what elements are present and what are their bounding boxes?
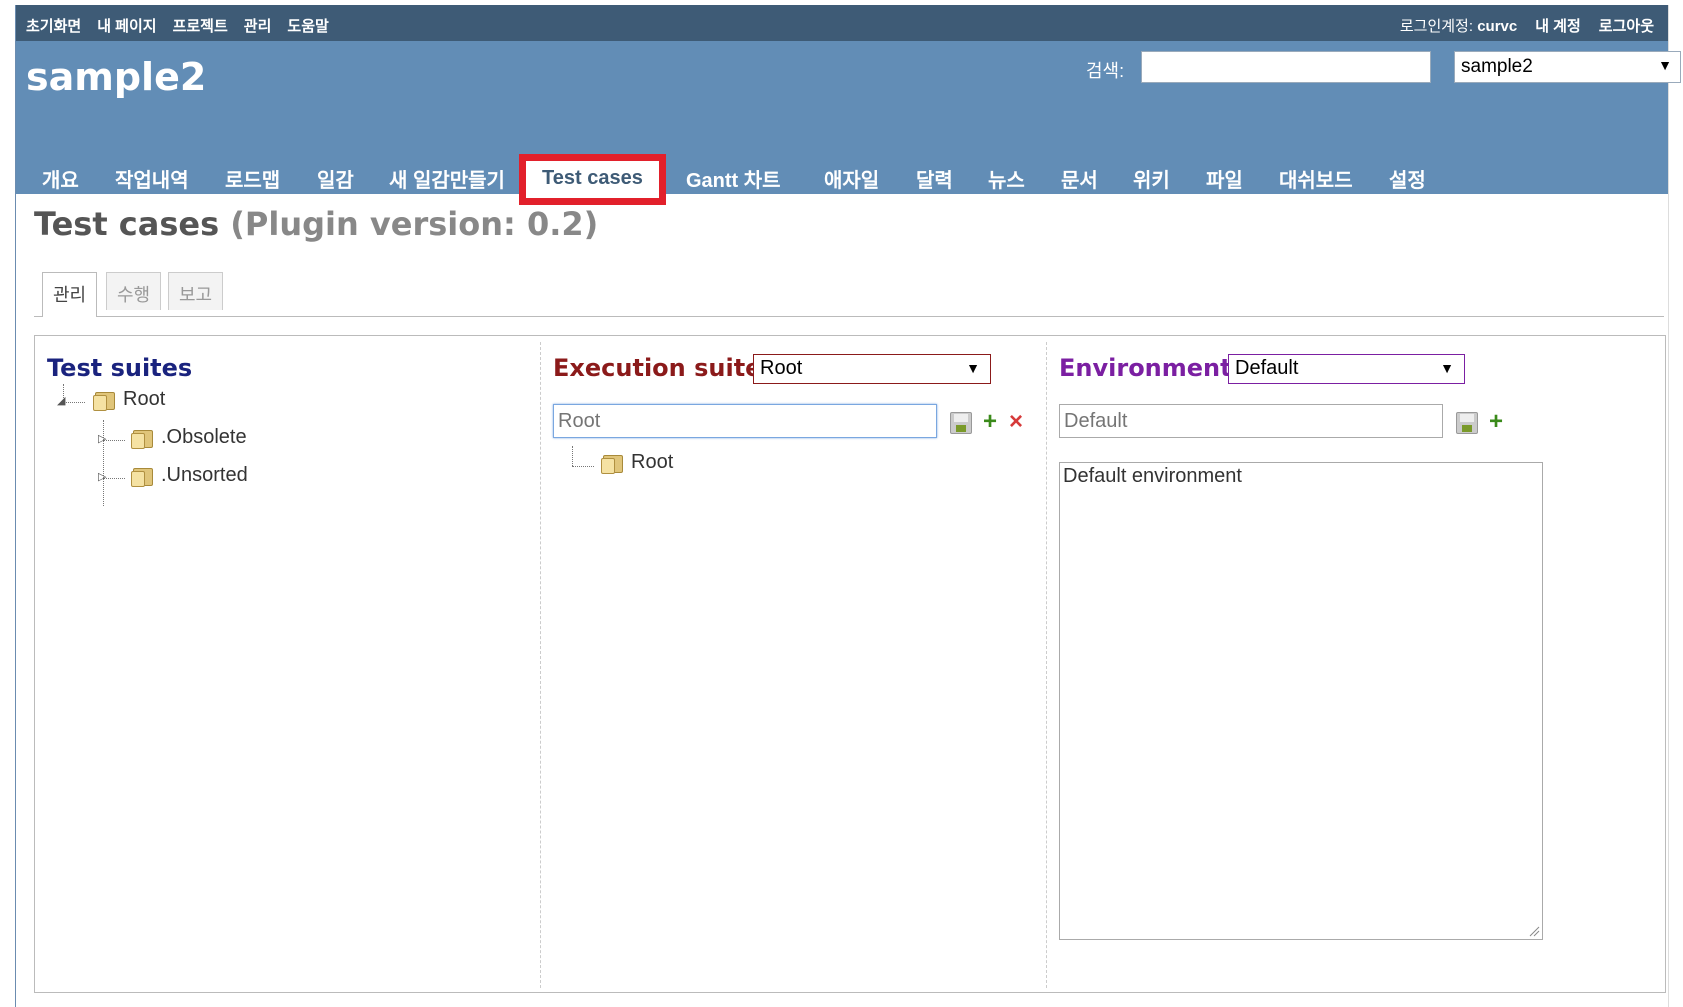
save-icon[interactable] [1456, 412, 1478, 434]
page-title-text: Test cases [34, 205, 220, 243]
project-jump-select[interactable]: sample2 ▼ [1454, 51, 1681, 83]
column-divider [1046, 342, 1047, 988]
save-icon[interactable] [950, 412, 972, 434]
environment-description-textarea[interactable]: Default environment [1059, 462, 1543, 940]
add-icon[interactable]: + [983, 410, 997, 434]
top-link-help[interactable]: 도움말 [287, 15, 328, 36]
subtab-report[interactable]: 보고 [168, 272, 224, 310]
tab-activity[interactable]: 작업내역 [115, 164, 189, 193]
plugin-version: (Plugin version: 0.2) [230, 205, 599, 243]
top-link-logout[interactable]: 로그아웃 [1599, 15, 1654, 36]
tab-agile[interactable]: 애자일 [824, 164, 879, 193]
execution-suite-title: Execution suite: [553, 354, 772, 382]
suite-root-label: Root [123, 388, 166, 410]
test-cases-panel: Test suites ◢ Root ▷ .Obsolete ▷ .Unsort… [34, 335, 1666, 993]
environment-title: Environment: [1059, 354, 1242, 382]
environment-select[interactable]: Default ▼ [1228, 354, 1465, 384]
execution-suite-name-input[interactable] [553, 404, 937, 438]
page-title: Test cases (Plugin version: 0.2) [34, 205, 598, 243]
tab-overview[interactable]: 개요 [42, 164, 79, 193]
folder-icon [131, 427, 153, 449]
chevron-down-icon: ▼ [966, 360, 980, 376]
login-label: 로그인계정: [1399, 18, 1474, 35]
suite-tree-item[interactable]: .Obsolete [131, 426, 247, 449]
tab-issues[interactable]: 일감 [317, 164, 354, 193]
tree-connector [63, 402, 85, 403]
expand-icon[interactable]: ▷ [98, 432, 106, 445]
tab-wiki[interactable]: 위키 [1133, 164, 1170, 193]
execution-suite-select[interactable]: Root ▼ [753, 354, 991, 384]
top-link-admin[interactable]: 관리 [244, 15, 272, 36]
tab-settings[interactable]: 설정 [1389, 164, 1426, 193]
tab-test-cases[interactable]: Test cases [519, 154, 666, 205]
folder-icon [93, 389, 115, 411]
collapse-icon[interactable]: ◢ [57, 394, 65, 407]
folder-icon [601, 452, 623, 474]
suite-item-label: .Obsolete [161, 426, 247, 448]
top-link-my-page[interactable]: 내 페이지 [97, 15, 156, 36]
tab-documents[interactable]: 문서 [1061, 164, 1098, 193]
environment-description-text: Default environment [1063, 465, 1242, 487]
tab-new-issue[interactable]: 새 일감만들기 [389, 164, 505, 193]
sub-tabs: 관리 수행 보고 [34, 272, 1664, 317]
folder-icon [131, 465, 153, 487]
tab-files[interactable]: 파일 [1206, 164, 1243, 193]
tab-calendar[interactable]: 달력 [916, 164, 953, 193]
subtab-execute[interactable]: 수행 [106, 272, 162, 310]
execution-tree-root[interactable]: Root [601, 451, 673, 474]
suite-item-label: .Unsorted [161, 464, 248, 486]
environment-select-value: Default [1235, 357, 1299, 379]
environment-name-input[interactable] [1059, 404, 1443, 438]
project-header: sample2 검색: sample2 ▼ 개요 작업내역 로드맵 일감 새 일… [16, 41, 1681, 205]
test-suites-title: Test suites [47, 354, 193, 382]
top-link-projects[interactable]: 프로젝트 [173, 15, 228, 36]
expand-icon[interactable]: ▷ [98, 470, 106, 483]
search-label: 검색: [1086, 61, 1125, 81]
add-icon[interactable]: + [1489, 410, 1503, 434]
execution-suite-select-value: Root [760, 357, 803, 379]
chevron-down-icon: ▼ [1440, 360, 1454, 376]
project-title: sample2 [26, 55, 207, 99]
page-container: 초기화면 내 페이지 프로젝트 관리 도움말 로그인계정: curvc 내 계정… [15, 5, 1681, 1007]
chevron-down-icon: ▼ [1658, 57, 1672, 73]
tab-dashboard[interactable]: 대쉬보드 [1279, 164, 1353, 193]
project-select-value: sample2 [1461, 56, 1533, 77]
resize-grip-icon[interactable] [1528, 925, 1540, 937]
delete-icon[interactable]: × [1009, 410, 1023, 434]
tab-gantt[interactable]: Gantt 차트 [686, 164, 781, 193]
suite-tree-item[interactable]: .Unsorted [131, 464, 248, 487]
top-menu-bar: 초기화면 내 페이지 프로젝트 관리 도움말 로그인계정: curvc 내 계정… [16, 5, 1668, 41]
tab-roadmap[interactable]: 로드맵 [225, 164, 280, 193]
top-link-my-account[interactable]: 내 계정 [1535, 15, 1581, 36]
tab-news[interactable]: 뉴스 [988, 164, 1025, 193]
execution-root-label: Root [631, 451, 674, 473]
logged-in-as: 로그인계정: curvc [1400, 15, 1517, 36]
main-nav: 개요 작업내역 로드맵 일감 새 일감만들기 Test cases Gantt … [16, 154, 1668, 205]
subtab-manage[interactable]: 관리 [42, 272, 98, 317]
tree-connector [572, 446, 573, 466]
login-user-link[interactable]: curvc [1477, 18, 1517, 35]
suite-tree-root[interactable]: Root [93, 388, 165, 411]
tree-connector [572, 466, 594, 467]
top-link-home[interactable]: 초기화면 [26, 15, 81, 36]
column-divider [540, 342, 541, 988]
search-input[interactable] [1141, 51, 1431, 83]
